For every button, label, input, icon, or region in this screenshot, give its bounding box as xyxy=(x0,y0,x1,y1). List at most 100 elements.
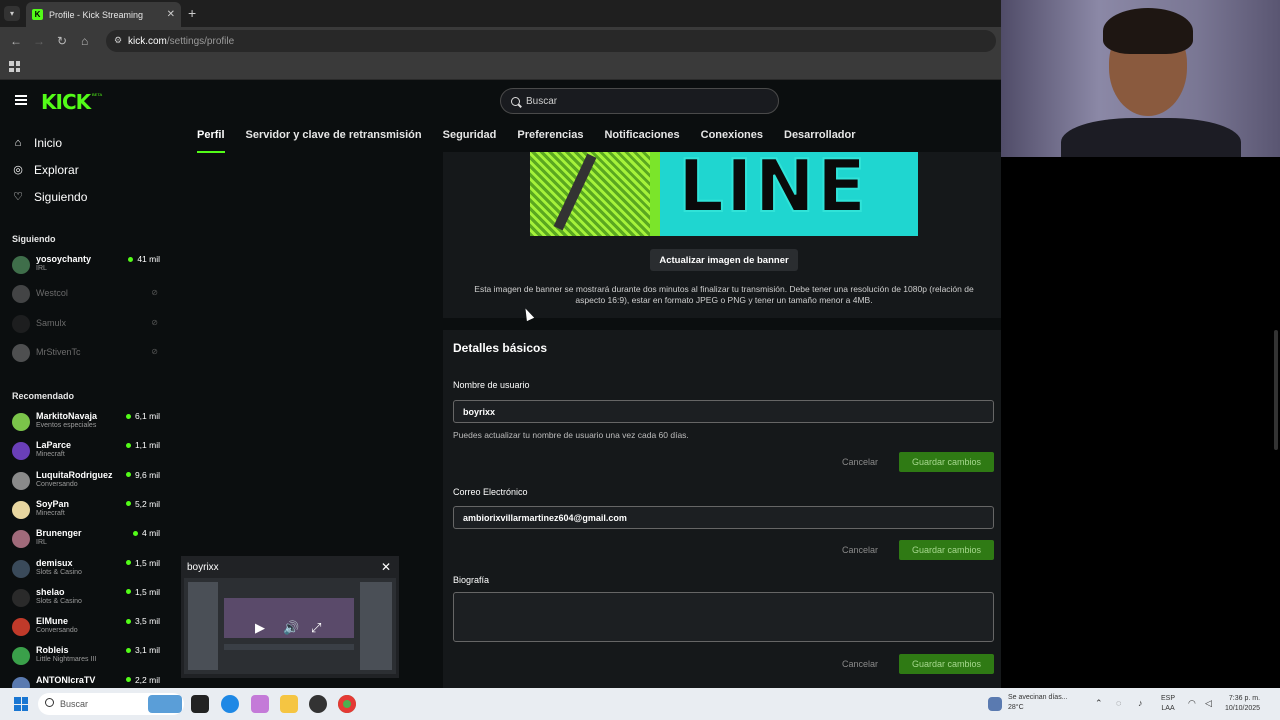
expand-icon[interactable]: ⤢ xyxy=(311,620,321,636)
tab-preferencias[interactable]: Preferencias xyxy=(517,122,583,153)
heart-icon: ♡ xyxy=(13,191,23,203)
weather-temp: 28°C xyxy=(1008,704,1024,711)
channel-item[interactable]: LaParce Minecraft 1,1 mil xyxy=(12,440,160,466)
browser-tab-bar: ▾ K Profile - Kick Streaming ✕ + xyxy=(0,0,1001,27)
channel-item[interactable]: ElMune Conversando 3,5 mil xyxy=(12,616,160,642)
email-field[interactable]: ambiorixvillarmartinez604@gmail.com xyxy=(453,506,994,529)
clock-time: 7:36 p. m. xyxy=(1228,695,1261,702)
tab-conexiones[interactable]: Conexiones xyxy=(701,122,763,153)
channel-category: Slots & Casino xyxy=(36,568,82,576)
tab-search-button[interactable]: ▾ xyxy=(4,6,20,21)
weather-icon[interactable] xyxy=(988,697,1002,711)
channel-item[interactable]: demisux Slots & Casino 1,5 mil xyxy=(12,558,160,584)
channel-name: ElMune xyxy=(36,616,69,627)
channel-item[interactable]: LuquitaRodriguez Conversando 9,6 mil xyxy=(12,470,160,496)
forward-icon[interactable]: → xyxy=(33,34,45,48)
site-info-icon[interactable]: ⚙ xyxy=(114,35,122,46)
channel-item[interactable]: Samulx ⊘ xyxy=(12,313,160,339)
channel-item[interactable]: shelao Slots & Casino 1,5 mil xyxy=(12,587,160,613)
banner-note: Esta imagen de banner se mostrará durant… xyxy=(474,284,974,305)
microphone-icon[interactable]: ♪ xyxy=(1138,698,1143,708)
taskbar-search-label: Buscar xyxy=(60,699,89,709)
username-field[interactable]: boyrixx xyxy=(453,400,994,423)
banner-text: LINE xyxy=(677,152,869,229)
channel-name: Westcol xyxy=(36,288,68,299)
tab-notificaciones[interactable]: Notificaciones xyxy=(604,122,679,153)
network-icon[interactable]: ◌ xyxy=(1116,698,1121,708)
kick-logo[interactable]: KICK xyxy=(41,90,91,114)
file-explorer-icon[interactable] xyxy=(280,695,298,713)
channel-item[interactable]: ANTONIcraTV 2,2 mil xyxy=(12,675,160,688)
menu-icon[interactable] xyxy=(15,95,27,105)
tab-servidor[interactable]: Servidor y clave de retransmisión xyxy=(246,122,422,153)
mini-player[interactable]: boyrixx ✕ ▶ 🔊 ⤢ xyxy=(181,556,399,678)
sidebar-item-siguiendo[interactable]: ♡ Siguiendo xyxy=(12,190,87,204)
channel-item[interactable]: MrStivenTc ⊘ xyxy=(12,342,160,368)
sidebar-item-explorar[interactable]: ◎ Explorar xyxy=(12,163,79,177)
email-cancel-button[interactable]: Cancelar xyxy=(842,545,878,555)
username-save-button[interactable]: Guardar cambios xyxy=(899,452,994,472)
sidebar: ⌂ Inicio ◎ Explorar ♡ Siguiendo Siguiendo R… xyxy=(0,122,165,688)
close-mini-player-icon[interactable]: ✕ xyxy=(381,560,391,574)
viewer-count: 6,1 mil xyxy=(126,411,160,421)
viewer-count: 9,6 mil xyxy=(126,470,160,480)
back-icon[interactable]: ← xyxy=(10,34,22,48)
avatar xyxy=(12,647,30,666)
edge-icon[interactable] xyxy=(221,695,239,713)
section-title: Detalles básicos xyxy=(453,341,548,355)
banner-image: LINE xyxy=(530,152,918,236)
channel-item[interactable]: SoyPan Minecraft 5,2 mil xyxy=(12,499,160,525)
volume-icon[interactable]: ◁ xyxy=(1205,698,1212,709)
weather-widget[interactable]: Se avecinan días... 28°C xyxy=(1008,693,1068,713)
update-banner-button[interactable]: Actualizar imagen de banner xyxy=(650,249,798,271)
home-icon[interactable]: ⌂ xyxy=(81,34,88,48)
tab-seguridad[interactable]: Seguridad xyxy=(443,122,497,153)
email-save-button[interactable]: Guardar cambios xyxy=(899,540,994,560)
apps-grid-icon[interactable] xyxy=(9,61,20,72)
chrome-icon[interactable] xyxy=(338,695,356,713)
viewer-count: 1,1 mil xyxy=(126,440,160,450)
username-cancel-button[interactable]: Cancelar xyxy=(842,457,878,467)
media-app-icon[interactable] xyxy=(309,695,327,713)
channel-name: yosoychanty xyxy=(36,254,92,264)
viewer-count: 41 mil xyxy=(128,254,160,264)
channel-category: Minecraft xyxy=(36,451,65,459)
sidebar-item-inicio[interactable]: ⌂ Inicio xyxy=(12,136,62,150)
chevron-up-icon[interactable]: ⌃ xyxy=(1095,698,1103,709)
bio-save-button[interactable]: Guardar cambios xyxy=(899,654,994,674)
tab-desarrollador[interactable]: Desarrollador xyxy=(784,122,856,153)
widget-icon[interactable] xyxy=(148,695,182,713)
channel-name: LaParce xyxy=(36,440,72,451)
wifi-icon[interactable]: ◠ xyxy=(1188,698,1196,709)
play-icon[interactable]: ▶ xyxy=(255,620,265,636)
close-tab-icon[interactable]: ✕ xyxy=(167,9,175,20)
new-tab-button[interactable]: + xyxy=(188,5,196,21)
viewer-count: 3,5 mil xyxy=(126,616,160,626)
avatar xyxy=(12,500,30,519)
clock[interactable]: 7:36 p. m. 10/10/2025 xyxy=(1225,694,1260,714)
channel-item[interactable]: Brunenger IRL 4 mil xyxy=(12,528,160,554)
scrollbar[interactable] xyxy=(1274,330,1278,450)
avatar xyxy=(12,588,30,607)
channel-name: Robleis xyxy=(36,645,69,656)
compass-icon: ◎ xyxy=(13,164,23,176)
reload-icon[interactable]: ↻ xyxy=(57,34,67,48)
bio-textarea[interactable] xyxy=(453,592,994,642)
task-view-icon[interactable] xyxy=(191,695,209,713)
tab-perfil[interactable]: Perfil xyxy=(197,122,225,153)
windows-start-icon[interactable] xyxy=(14,697,28,711)
basic-details-card: Detalles básicos Nombre de usuario boyri… xyxy=(443,330,1001,688)
avatar xyxy=(12,530,30,549)
language-indicator[interactable]: ESP LAA xyxy=(1161,694,1175,714)
channel-item[interactable]: MarkitoNavaja Eventos especiales 6,1 mil xyxy=(12,411,160,437)
search-input[interactable]: Buscar xyxy=(500,88,779,114)
bio-cancel-button[interactable]: Cancelar xyxy=(842,659,878,669)
channel-item[interactable]: Robleis Little Nightmares III 3,1 mil xyxy=(12,645,160,671)
volume-icon[interactable]: 🔊 xyxy=(283,620,299,636)
channel-item[interactable]: Westcol ⊘ xyxy=(12,283,160,309)
email-label: Correo Electrónico xyxy=(453,487,528,497)
channel-item[interactable]: yosoychanty IRL 41 mil xyxy=(12,254,160,280)
copilot-icon[interactable] xyxy=(251,695,269,713)
address-bar[interactable]: ⚙ kick.com/settings/profile xyxy=(106,30,996,52)
browser-tab[interactable]: K Profile - Kick Streaming ✕ xyxy=(26,2,181,27)
